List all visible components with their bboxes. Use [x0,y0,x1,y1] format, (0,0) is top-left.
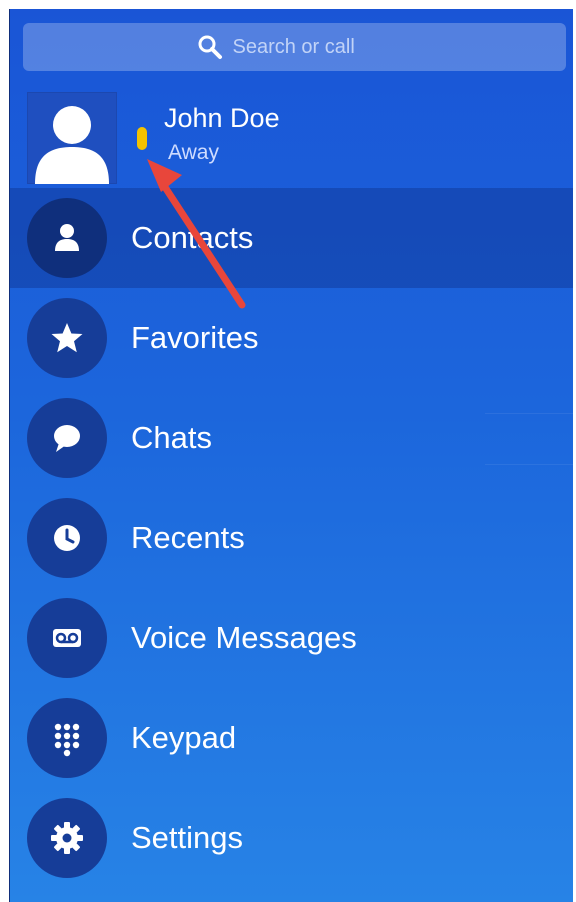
search-input[interactable] [232,35,393,59]
user-status: Away [168,141,219,164]
menu-item-recents[interactable]: Recents [10,488,573,588]
navigation-menu: Contacts Favorites Chats Recents Voice M… [10,188,573,888]
menu-item-label: Settings [131,820,244,855]
menu-item-keypad[interactable]: Keypad [10,688,573,788]
menu-item-label: Keypad [131,720,237,755]
keypad-icon [27,698,107,778]
user-name: John Doe [164,103,280,133]
menu-item-label: Recents [131,520,245,555]
app-drawer: John Doe Away Contacts Favorites [9,9,573,902]
menu-item-favorites[interactable]: Favorites [10,288,573,388]
presence-indicator [137,127,147,150]
background-divider [485,413,573,465]
user-silhouette-icon [35,106,109,184]
avatar[interactable] [27,92,117,184]
menu-item-label: Contacts [131,220,254,255]
menu-item-voice-messages[interactable]: Voice Messages [10,588,573,688]
search-icon [198,35,222,59]
voicemail-icon [27,598,107,678]
gear-icon [27,798,107,878]
profile-header[interactable]: John Doe Away [10,89,573,189]
menu-item-label: Voice Messages [131,620,357,655]
person-icon [27,198,107,278]
menu-item-contacts[interactable]: Contacts [10,188,573,288]
star-icon [27,298,107,378]
menu-item-settings[interactable]: Settings [10,788,573,888]
clock-icon [27,498,107,578]
menu-item-label: Favorites [131,320,259,355]
search-bar[interactable] [23,23,566,71]
chat-bubble-icon [27,398,107,478]
menu-item-label: Chats [131,420,212,455]
